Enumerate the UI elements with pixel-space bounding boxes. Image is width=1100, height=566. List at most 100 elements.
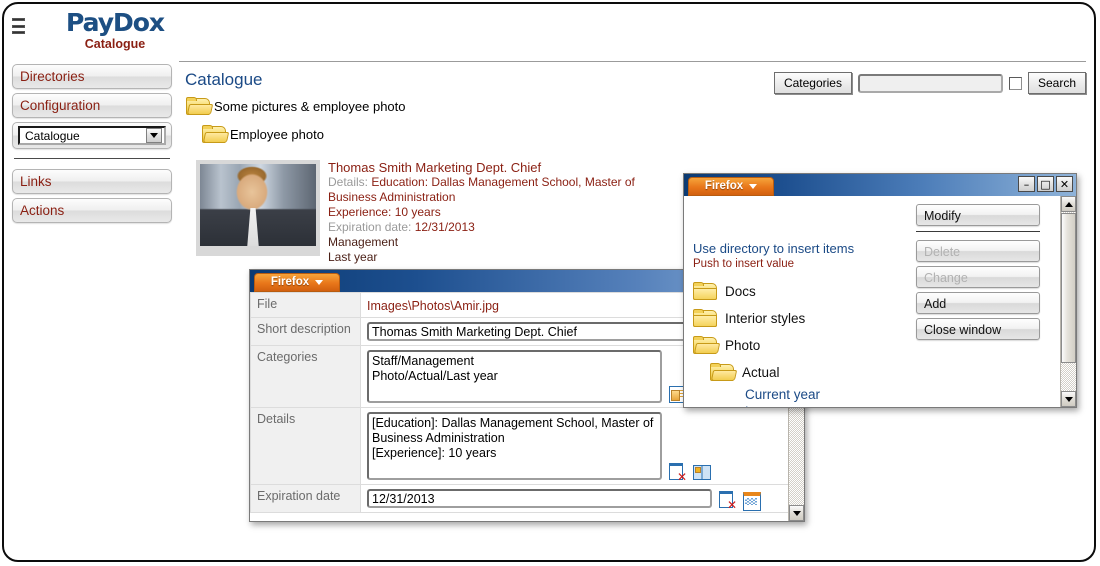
catalogue-folder-label-0: Some pictures & employee photo [214, 99, 406, 114]
folder-closed-icon [693, 309, 719, 328]
employee-photo-frame[interactable] [196, 160, 320, 256]
field-value-expiration-date-cell [360, 484, 804, 513]
logo-text: PayDox [50, 9, 180, 36]
chevron-down-icon[interactable] [146, 128, 162, 143]
catalogue-select-value: Catalogue [25, 128, 80, 143]
close-window-button[interactable]: Close window [916, 318, 1040, 340]
expiration-date-input[interactable] [367, 489, 712, 508]
field-label-details: Details [250, 407, 361, 485]
dialog-body: Use directory to insert items Push to in… [684, 196, 1076, 407]
firefox-tab-label: Firefox [270, 276, 310, 288]
employee-name: Thomas Smith Marketing Dept. Chief [328, 160, 542, 175]
calendar-icon[interactable] [743, 491, 761, 511]
table-row: Details [250, 407, 804, 485]
folder-closed-icon [693, 282, 719, 301]
firefox-tab[interactable]: Firefox [688, 176, 774, 196]
scroll-down-button[interactable] [1061, 391, 1076, 407]
tree-label-docs: Docs [725, 284, 756, 299]
categories-textarea[interactable] [367, 350, 662, 403]
folder-open-icon [693, 336, 721, 355]
application-window: PayDox Catalogue Directories Configurati… [0, 0, 1100, 566]
employee-category-1: Management [328, 235, 399, 249]
employee-details-label: Details: [328, 175, 369, 189]
menu-list-icon[interactable] [12, 18, 25, 34]
brand: PayDox Catalogue [50, 9, 180, 52]
employee-details-line2: Business Administration [328, 190, 456, 204]
folder-open-icon [186, 97, 214, 116]
employee-expiration-value: 12/31/2013 [414, 220, 475, 234]
employee-details-line1: Education: Dallas Management School, Mas… [371, 175, 635, 189]
firefox-tab[interactable]: Firefox [254, 272, 340, 292]
search-input[interactable] [857, 73, 1003, 93]
change-button[interactable]: Change [916, 266, 1040, 288]
catalogue-select[interactable]: Catalogue [18, 126, 166, 145]
details-textarea[interactable] [367, 412, 662, 480]
dialog-titlebar[interactable]: Firefox – □ ✕ [684, 174, 1076, 196]
field-label-file: File [250, 292, 361, 318]
delete-button[interactable]: Delete [916, 240, 1040, 262]
close-icon[interactable]: ✕ [1056, 176, 1073, 192]
tree-leaf-last-year[interactable]: Last year [745, 403, 820, 407]
chevron-down-icon [749, 183, 758, 189]
employee-card: Thomas Smith Marketing Dept. Chief Detai… [196, 160, 635, 265]
directory-tree: Docs Interior styles Photo Actual Curren… [693, 278, 820, 407]
field-label-categories: Categories [250, 345, 361, 408]
sidebar-item-links[interactable]: Links [12, 169, 172, 194]
short-description-input[interactable] [367, 322, 697, 341]
folder-open-icon [710, 363, 738, 382]
tree-item-interior-styles[interactable]: Interior styles [693, 305, 820, 332]
sidebar-select-wrapper: Catalogue [12, 122, 172, 149]
clear-field-icon[interactable] [719, 491, 737, 511]
logo-subtitle: Catalogue [84, 37, 146, 52]
add-button[interactable]: Add [916, 292, 1040, 314]
tree-item-docs[interactable]: Docs [693, 278, 820, 305]
content-separator [179, 61, 1086, 62]
actions-divider [916, 231, 1040, 232]
field-label-short-description: Short description [250, 317, 361, 346]
directory-picker-dialog: Firefox – □ ✕ Use directory to insert it… [683, 173, 1077, 408]
scroll-up-button[interactable] [1061, 196, 1076, 212]
chevron-down-icon [315, 279, 324, 285]
sidebar-item-configuration[interactable]: Configuration [12, 93, 172, 118]
scroll-thumb[interactable] [1061, 213, 1076, 363]
employee-details: Thomas Smith Marketing Dept. Chief Detai… [328, 160, 635, 265]
catalogue-folder-row-1[interactable]: Employee photo [202, 125, 324, 144]
directory-book-icon[interactable] [693, 463, 711, 480]
tree-item-photo[interactable]: Photo [693, 332, 820, 359]
catalogue-folder-row-0[interactable]: Some pictures & employee photo [186, 97, 406, 116]
sidebar-item-actions[interactable]: Actions [12, 198, 172, 223]
avatar [200, 164, 316, 246]
dialog-frame: Firefox – □ ✕ Use directory to insert it… [683, 173, 1077, 408]
field-label-expiration-date: Expiration date [250, 484, 361, 513]
search-checkbox[interactable] [1008, 76, 1022, 90]
employee-expiration-label: Expiration date: [328, 220, 412, 234]
minimize-icon[interactable]: – [1018, 176, 1035, 192]
folder-open-icon [202, 125, 230, 144]
clear-field-icon[interactable] [669, 463, 687, 483]
directory-dialog-scrollbar[interactable] [1060, 196, 1076, 407]
maximize-icon[interactable]: □ [1037, 176, 1054, 192]
window-controls: – □ ✕ [1018, 176, 1073, 192]
categories-button[interactable]: Categories [773, 72, 852, 94]
sidebar-item-directories[interactable]: Directories [12, 64, 172, 89]
field-value-details-cell [360, 407, 804, 485]
sidebar: Directories Configuration Catalogue Link… [12, 64, 172, 227]
sidebar-divider [14, 158, 170, 159]
catalogue-folder-label-1: Employee photo [230, 127, 324, 142]
directory-hint-secondary: Push to insert value [693, 258, 795, 270]
directory-actions: Modify Delete Change Add Close window [916, 204, 1040, 344]
modify-button[interactable]: Modify [916, 204, 1040, 226]
directory-hint-primary: Use directory to insert items [693, 241, 855, 256]
field-value-file: Images\Photos\Amir.jpg [367, 299, 500, 313]
scroll-down-button[interactable] [789, 505, 804, 521]
tree-label-interior-styles: Interior styles [725, 311, 806, 326]
tree-label-photo: Photo [725, 338, 761, 353]
firefox-tab-label: Firefox [704, 180, 744, 192]
search-toolbar: Categories Search [773, 72, 1086, 94]
employee-category-2: Last year [328, 250, 378, 264]
table-row: Expiration date [250, 484, 804, 513]
search-button[interactable]: Search [1027, 72, 1086, 94]
tree-leaf-current-year[interactable]: Current year [745, 386, 820, 403]
page-frame: PayDox Catalogue Directories Configurati… [2, 2, 1096, 562]
tree-item-actual[interactable]: Actual [710, 359, 820, 386]
